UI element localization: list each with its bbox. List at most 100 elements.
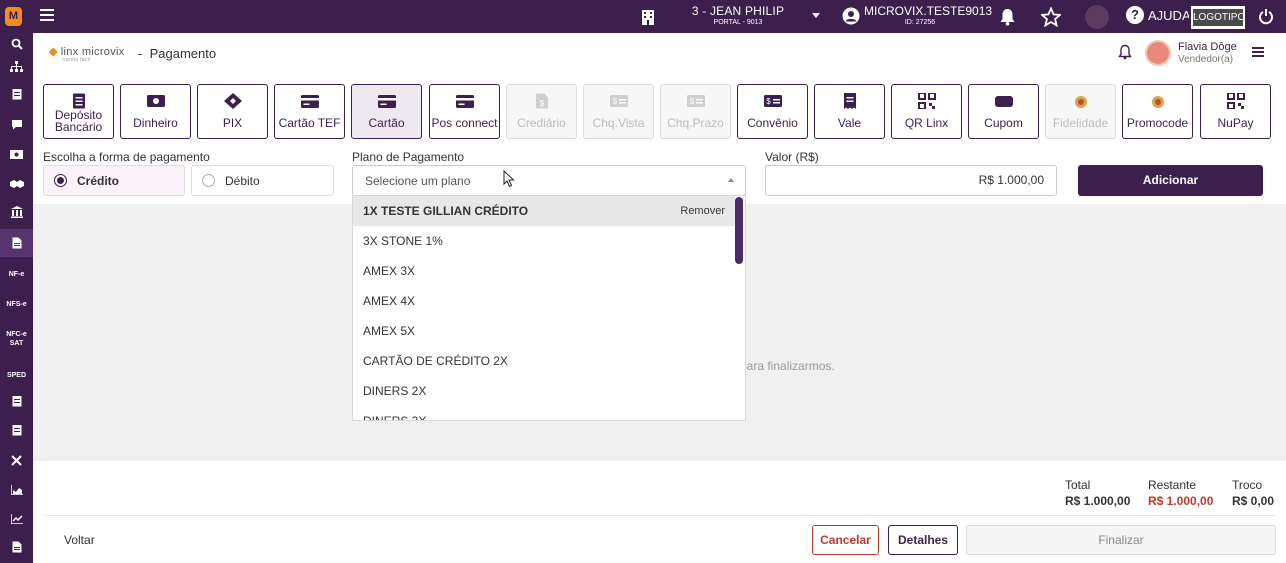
user-circle-icon[interactable] <box>842 7 860 25</box>
sidebar-label-sped: SPED <box>6 371 27 379</box>
payment-method-button[interactable]: Promocode <box>1122 84 1193 139</box>
sidebar-item-sitemap[interactable] <box>0 55 33 77</box>
header-bell-icon[interactable] <box>1118 44 1132 60</box>
qrcode-icon <box>917 93 936 109</box>
payment-method-button[interactable]: PIX <box>197 84 268 139</box>
cancel-button[interactable]: Cancelar <box>812 525 879 555</box>
chat-icon <box>11 119 22 129</box>
user-info[interactable]: MICROVIX.TESTE9013 ID: 27256 <box>864 4 992 26</box>
sidebar-item-search[interactable] <box>0 33 33 55</box>
mouse-cursor-icon <box>503 170 515 188</box>
plan-option[interactable]: DINERS 3X <box>353 406 735 420</box>
sidebar-item-nfe[interactable]: NF-e <box>0 263 33 285</box>
plan-option[interactable]: DINERS 2X <box>353 376 735 406</box>
sidebar-item-dashboard[interactable] <box>0 479 33 501</box>
sidebar-item-analytics[interactable] <box>0 508 33 530</box>
chart-line-icon <box>10 514 23 524</box>
user-avatar[interactable] <box>1145 40 1171 66</box>
app-logo-icon[interactable]: M <box>5 7 22 26</box>
clipboard-icon <box>12 396 21 407</box>
pix-icon <box>223 93 242 109</box>
change-value: R$ 0,00 <box>1232 494 1275 508</box>
sidebar-item-partners[interactable] <box>0 173 33 195</box>
sidebar-item-documents[interactable] <box>0 536 33 558</box>
remove-option-button[interactable]: Remover <box>680 196 725 226</box>
sidebar-item-orders[interactable] <box>0 83 33 105</box>
sidebar-item-nfce-sat[interactable]: NFC-e SAT <box>0 323 33 355</box>
payment-method-button: $ Chq.Vista <box>583 84 654 139</box>
header-user-name[interactable]: Flavia Dôge <box>1178 41 1237 53</box>
radio-credit[interactable]: Crédito <box>43 165 185 196</box>
sidebar-item-sales[interactable] <box>0 229 33 257</box>
payment-method-button[interactable]: NuPay <box>1200 84 1271 139</box>
notifications-bell-icon[interactable] <box>999 8 1016 26</box>
store-caret-down-icon[interactable] <box>812 13 820 18</box>
check-icon: $ <box>609 95 628 107</box>
payment-method-button[interactable]: Cartão TEF <box>274 84 345 139</box>
add-button[interactable]: Adicionar <box>1078 165 1263 196</box>
sidebar-item-reports[interactable] <box>0 390 33 412</box>
plan-option[interactable]: AMEX 5X <box>353 316 735 346</box>
assistant-avatar-icon[interactable] <box>1085 5 1109 29</box>
payment-method-button[interactable]: Pos connect <box>429 84 500 139</box>
plan-option[interactable]: CARTÃO DE CRÉDITO 2X <box>353 346 735 376</box>
payment-method-label: QR Linx <box>904 116 949 130</box>
total-label: Total <box>1065 478 1091 492</box>
plan-option[interactable]: 1X TESTE GILLIAN CRÉDITO Remover <box>353 196 735 226</box>
plan-option[interactable]: 3X STONE 1% <box>353 226 735 256</box>
payment-method-button[interactable]: QR Linx <box>891 84 962 139</box>
payment-method-button[interactable]: Depósito Bancário <box>43 84 114 139</box>
money-icon: $ <box>763 95 782 107</box>
payment-method-label: Vale <box>837 116 862 130</box>
sidebar-item-records[interactable] <box>0 419 33 441</box>
svg-text:$: $ <box>612 97 617 106</box>
help-icon[interactable]: ? <box>1126 6 1144 24</box>
value-input[interactable]: R$ 1.000,00 <box>765 165 1057 196</box>
sidebar-item-tools[interactable] <box>0 449 33 471</box>
radio-credit-circle[interactable] <box>54 174 67 187</box>
payment-method-button[interactable]: Vale <box>814 84 885 139</box>
payment-method-label: Cartão TEF <box>278 116 341 130</box>
caret-up-icon[interactable] <box>728 178 734 182</box>
finish-button[interactable]: Finalizar <box>966 525 1276 555</box>
plan-placeholder: Selecione um plano <box>365 174 471 188</box>
plan-option[interactable]: AMEX 3X <box>353 256 735 286</box>
remaining-value: R$ 1.000,00 <box>1148 494 1214 508</box>
help-label[interactable]: AJUDA <box>1148 8 1191 23</box>
radio-debit[interactable]: Débito <box>191 165 334 196</box>
sidebar-item-nfse[interactable]: NFS-e <box>0 293 33 315</box>
plan-option[interactable]: AMEX 4X <box>353 286 735 316</box>
brand-logo: ◆ linx microvix varejo fácil <box>49 46 125 63</box>
store-selector[interactable]: 3 - JEAN PHILIP PORTAL - 9013 <box>688 4 788 26</box>
hamburger-menu-icon[interactable] <box>40 9 54 23</box>
plan-select[interactable]: Selecione um plano <box>352 165 746 196</box>
sidebar-item-chat[interactable] <box>0 113 33 135</box>
dropdown-scrollbar[interactable] <box>735 197 743 264</box>
details-button[interactable]: Detalhes <box>888 525 958 555</box>
payment-method-button[interactable]: Cartão <box>351 84 422 139</box>
plan-dropdown: 1X TESTE GILLIAN CRÉDITO Remover 3X STON… <box>352 195 746 421</box>
store-name: 3 - JEAN PHILIP <box>691 4 785 18</box>
sidebar-item-bank[interactable] <box>0 201 33 223</box>
document-icon <box>12 237 21 249</box>
card-icon <box>377 95 396 108</box>
payment-method-button[interactable]: Dinheiro <box>120 84 191 139</box>
payment-method-label: Crediário <box>517 116 566 130</box>
back-button[interactable]: Voltar <box>64 533 95 547</box>
radio-debit-circle[interactable] <box>202 174 215 187</box>
sidebar-item-sped[interactable]: SPED <box>0 364 33 386</box>
payment-method-button[interactable]: Cupom <box>968 84 1039 139</box>
user-id: ID: 27256 <box>904 19 936 26</box>
header-menu-icon[interactable] <box>1252 47 1264 59</box>
clipboard-icon <box>12 425 21 436</box>
logout-power-icon[interactable] <box>1258 8 1274 25</box>
total-value: R$ 1.000,00 <box>1065 494 1131 508</box>
payment-method-button[interactable]: $ Convênio <box>737 84 808 139</box>
favorites-star-icon[interactable] <box>1041 7 1061 27</box>
sidebar-item-finance[interactable] <box>0 143 33 165</box>
page-title-text: Pagamento <box>149 46 217 61</box>
svg-text:$: $ <box>539 99 544 108</box>
receipt-icon <box>843 93 856 109</box>
payment-method-label: Pos connect <box>431 116 498 130</box>
value-label: Valor (R$) <box>765 150 819 164</box>
